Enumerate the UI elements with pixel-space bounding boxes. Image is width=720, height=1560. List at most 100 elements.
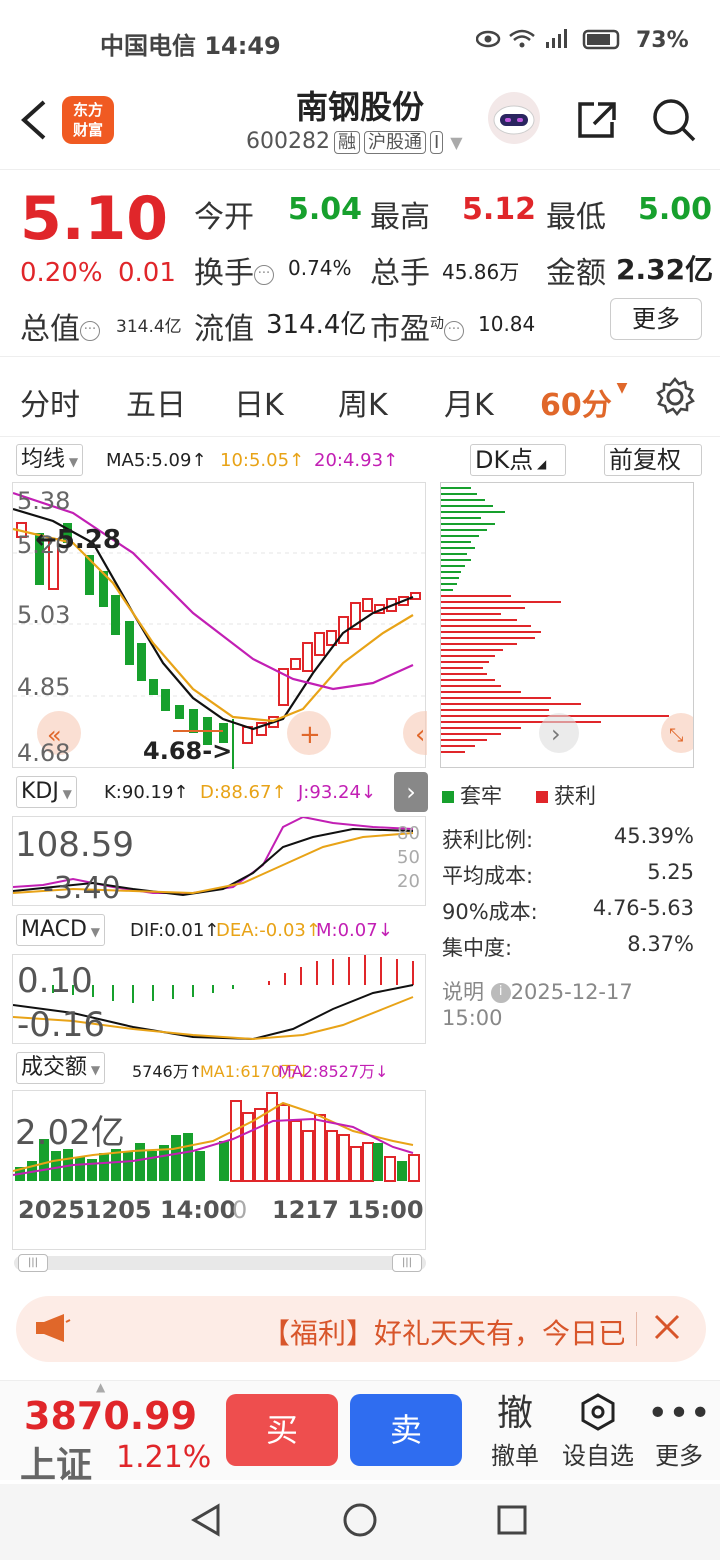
date-axis-start: 20251205 14:00: [18, 1196, 237, 1224]
min-price-marker: 4.68->: [143, 737, 233, 765]
share-icon[interactable]: [574, 98, 620, 142]
hexagon-icon: [562, 1392, 634, 1436]
tab-five-day[interactable]: 五日: [126, 380, 186, 424]
turnover-value: 0.74%: [288, 256, 352, 280]
kdj-bottom-label: -3.40: [43, 871, 121, 906]
ma20-value: 20:4.93↑: [314, 450, 399, 471]
gear-icon[interactable]: [654, 376, 696, 418]
change-percent: 0.20%: [20, 258, 103, 288]
macd-bottom-label: -0.16: [17, 1005, 105, 1045]
banner-text-wrap: 【福利】好礼天天有，今日已: [262, 1308, 624, 1352]
svg-text:›: ›: [551, 720, 561, 748]
tab-intraday[interactable]: 分时: [20, 380, 80, 424]
tab-monthly-k[interactable]: 月K: [444, 380, 494, 424]
low-value: 5.00: [638, 192, 713, 227]
chip-row-profit-ratio: 获利比例: 45.39%: [442, 824, 694, 852]
kdj-level-80: 80: [397, 823, 420, 844]
open-value: 5.04: [288, 192, 363, 227]
pe-label: 市盈动 ···: [370, 304, 464, 348]
tab-weekly-k[interactable]: 周K: [338, 380, 388, 424]
close-icon[interactable]: [650, 1310, 684, 1348]
indicator-select-kdj[interactable]: KDJ ▼: [16, 776, 77, 808]
divider: [636, 1312, 637, 1346]
kdj-top-label: 108.59: [15, 825, 134, 865]
svg-text:+: +: [299, 720, 321, 750]
chip-note[interactable]: 说明 i 2025-12-17 15:00: [442, 976, 694, 1030]
megaphone-icon: [34, 1312, 72, 1348]
info-icon[interactable]: ···: [80, 320, 100, 341]
kdj-j: J:93.24↓: [298, 782, 376, 803]
nav-home-icon[interactable]: [342, 1502, 378, 1542]
y-label-4: 4.85: [17, 673, 71, 701]
index-percent: 1.21%: [116, 1440, 212, 1475]
battery-percent: 73%: [636, 28, 689, 53]
amount-label: 金额: [546, 256, 606, 291]
svg-text:⤡: ⤡: [669, 725, 683, 746]
more-quote-button[interactable]: 更多: [610, 298, 702, 340]
high-label: 最高: [370, 200, 430, 235]
tab-daily-k[interactable]: 日K: [234, 380, 284, 424]
add-watchlist-label: 设自选: [562, 1442, 634, 1470]
cancel-order-label: 撤单: [491, 1442, 539, 1470]
divider: [0, 356, 720, 357]
info-icon[interactable]: ···: [254, 264, 274, 285]
volume-label: 总手: [370, 256, 430, 291]
ai-assistant-icon[interactable]: [486, 90, 542, 146]
nav-back-icon[interactable]: [188, 1502, 224, 1542]
add-watchlist-button[interactable]: 设自选: [562, 1392, 634, 1471]
chevron-right-icon[interactable]: ›: [394, 772, 428, 812]
dk-point-button[interactable]: DK点 ◢: [470, 444, 566, 476]
search-icon[interactable]: [650, 96, 698, 144]
index-name[interactable]: 上证: [20, 1436, 92, 1488]
banner-text: 【福利】好礼天天有，今日已: [262, 1317, 624, 1350]
indicator-select-amount[interactable]: 成交额 ▼: [16, 1052, 106, 1084]
macd-top-label: 0.10: [17, 961, 93, 1001]
info-icon[interactable]: ···: [444, 320, 464, 341]
chevron-up-icon[interactable]: ▲: [96, 1380, 105, 1394]
total-value-label: 总值 ···: [20, 304, 100, 348]
slider-handle-right[interactable]: |||: [392, 1254, 422, 1272]
indicator-select-macd[interactable]: MACD ▼: [16, 914, 105, 946]
float-value-label: 流值: [194, 312, 254, 347]
amount-value: 2.32亿: [616, 253, 714, 286]
stock-code-row[interactable]: 600282 融沪股通 I ▼: [246, 128, 463, 154]
chart-scroll-track[interactable]: [14, 1256, 426, 1270]
slider-handle-left[interactable]: |||: [18, 1254, 48, 1272]
nav-recents-icon[interactable]: [496, 1504, 528, 1540]
pe-value: 10.84: [478, 312, 536, 336]
high-value: 5.12: [462, 192, 537, 227]
adjust-button[interactable]: 前复权: [604, 444, 702, 476]
macd-m: M:0.07↓: [316, 920, 393, 941]
open-label: 今开: [194, 200, 254, 235]
more-menu-button[interactable]: ••• 更多: [644, 1392, 714, 1471]
kline-chart[interactable]: « + ‹ 5.38 5.20 5.03 4.85 4.68 ←5.28 4.6…: [12, 482, 427, 769]
tag-more: I: [429, 131, 444, 154]
turnover-label: 换手 ···: [194, 248, 274, 292]
ma5-value: MA5:5.09↑: [106, 450, 207, 471]
cancel-order-button[interactable]: 撤 撤单: [480, 1392, 550, 1471]
y-label-bottom: 4.68: [17, 739, 71, 767]
kdj-k: K:90.19↑: [104, 782, 189, 803]
kdj-d: D:88.67↑: [200, 782, 287, 803]
total-value: 314.4亿: [116, 317, 182, 337]
signal-icon: [546, 29, 567, 48]
legend-profit: 获利: [536, 780, 596, 810]
chip-row-90-cost: 90%成本: 4.76-5.63: [442, 896, 694, 924]
info-icon: i: [490, 983, 511, 1003]
eye-icon: [475, 30, 501, 48]
macd-dif: DIF:0.01↑: [130, 920, 220, 941]
float-value: 314.4亿: [266, 310, 367, 340]
kdj-chart[interactable]: 108.59 -3.40 80 50 20: [12, 816, 426, 906]
index-value[interactable]: 3870.99: [24, 1394, 197, 1438]
legend-trapped: 套牢: [442, 780, 502, 810]
chip-distribution-chart[interactable]: › ⤡: [440, 482, 694, 768]
tab-60min[interactable]: 60分 ▼: [540, 380, 627, 424]
svg-text:‹: ‹: [415, 720, 425, 750]
legend-swatch-profit: [536, 791, 548, 803]
macd-chart[interactable]: 0.10 -0.16: [12, 954, 426, 1045]
sell-button[interactable]: 卖: [350, 1394, 462, 1466]
indicator-select-ma[interactable]: 均线 ▼: [16, 444, 84, 476]
buy-button[interactable]: 买: [226, 1394, 338, 1466]
amount-chart[interactable]: 2.02亿: [12, 1090, 426, 1250]
date-axis-end: 1217 15:00: [272, 1196, 424, 1224]
